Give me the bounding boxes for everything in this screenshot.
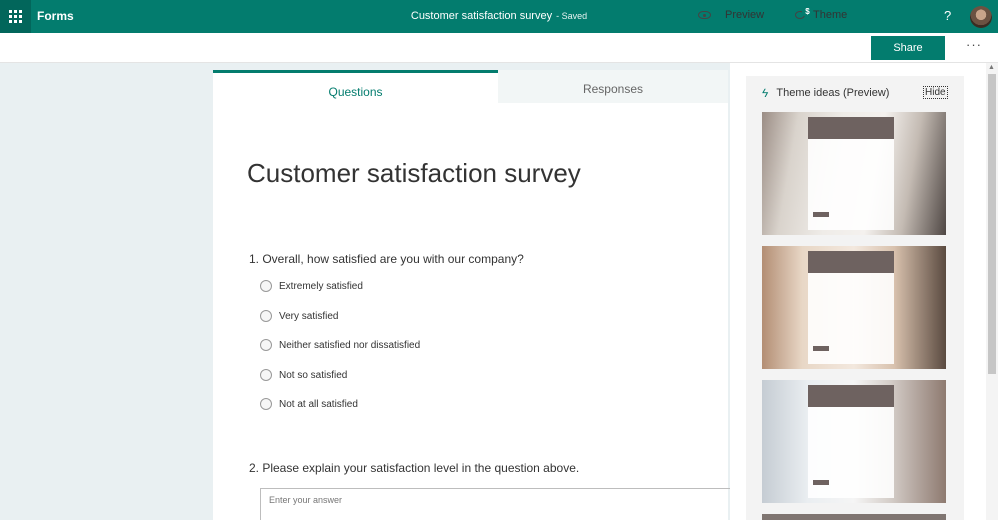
theme-header-bar	[808, 385, 894, 407]
option-label: Extremely satisfied	[279, 280, 363, 292]
theme-header-bar	[808, 117, 894, 139]
radio-button[interactable]	[260, 398, 272, 410]
theme-ideas-panel: ϟ Theme ideas (Preview) Hide	[746, 76, 964, 520]
help-icon[interactable]: ?	[944, 8, 951, 23]
theme-header-bar	[808, 251, 894, 273]
option-label: Very satisfied	[279, 310, 339, 322]
option-very-satisfied[interactable]: Very satisfied	[260, 310, 338, 322]
hide-button[interactable]: Hide	[923, 86, 948, 99]
tab-questions[interactable]: Questions	[213, 70, 498, 103]
eye-icon	[698, 11, 711, 19]
option-not-at-all-satisfied[interactable]: Not at all satisfied	[260, 398, 358, 410]
share-button[interactable]: Share	[871, 36, 945, 60]
theme-thumbnail[interactable]	[762, 246, 946, 369]
tab-responses[interactable]: Responses	[498, 70, 728, 103]
theme-button[interactable]: $ Theme	[795, 6, 848, 21]
more-options-icon[interactable]: ···	[966, 37, 982, 52]
top-bar: Forms Customer satisfaction survey - Save…	[0, 0, 998, 33]
lightning-icon: ϟ	[760, 86, 770, 100]
option-label: Not so satisfied	[279, 369, 348, 381]
radio-button[interactable]	[260, 310, 272, 322]
theme-thumbnail[interactable]	[762, 380, 946, 503]
form-card: Questions Responses Customer satisfactio…	[213, 70, 735, 520]
palette-icon: $	[795, 6, 813, 21]
command-bar	[0, 33, 998, 63]
option-extremely-satisfied[interactable]: Extremely satisfied	[260, 280, 363, 292]
question-1-title[interactable]: 1. Overall, how satisfied are you with o…	[249, 252, 524, 266]
theme-thumbnail[interactable]	[762, 514, 946, 520]
document-title-text: Customer satisfaction survey	[410, 10, 553, 22]
scroll-up-icon[interactable]: ▲	[988, 64, 995, 71]
option-not-so-satisfied[interactable]: Not so satisfied	[260, 369, 347, 381]
option-label: Not at all satisfied	[279, 398, 358, 410]
preview-label: Preview	[725, 9, 765, 21]
saved-status: - Saved	[556, 11, 588, 21]
theme-panel-header: ϟ Theme ideas (Preview)	[760, 86, 890, 100]
theme-panel-title: Theme ideas (Preview)	[776, 87, 890, 99]
theme-photo	[762, 514, 946, 520]
radio-button[interactable]	[260, 339, 272, 351]
theme-label: Theme	[813, 9, 848, 21]
scrollbar-thumb[interactable]	[988, 74, 996, 374]
option-label: Neither satisfied nor dissatisfied	[279, 339, 421, 351]
option-neither[interactable]: Neither satisfied nor dissatisfied	[260, 339, 420, 351]
document-title: Customer satisfaction survey - Saved	[0, 10, 998, 22]
question-2-title[interactable]: 2. Please explain your satisfaction leve…	[249, 461, 579, 475]
radio-button[interactable]	[260, 280, 272, 292]
theme-badge: $	[802, 6, 813, 17]
avatar[interactable]	[970, 6, 992, 28]
preview-button[interactable]: Preview	[698, 9, 764, 21]
radio-button[interactable]	[260, 369, 272, 381]
form-title[interactable]: Customer satisfaction survey	[247, 158, 581, 189]
tab-strip: Questions Responses	[213, 70, 728, 103]
answer-input[interactable]: Enter your answer	[260, 488, 735, 520]
theme-thumbnail[interactable]	[762, 112, 946, 235]
